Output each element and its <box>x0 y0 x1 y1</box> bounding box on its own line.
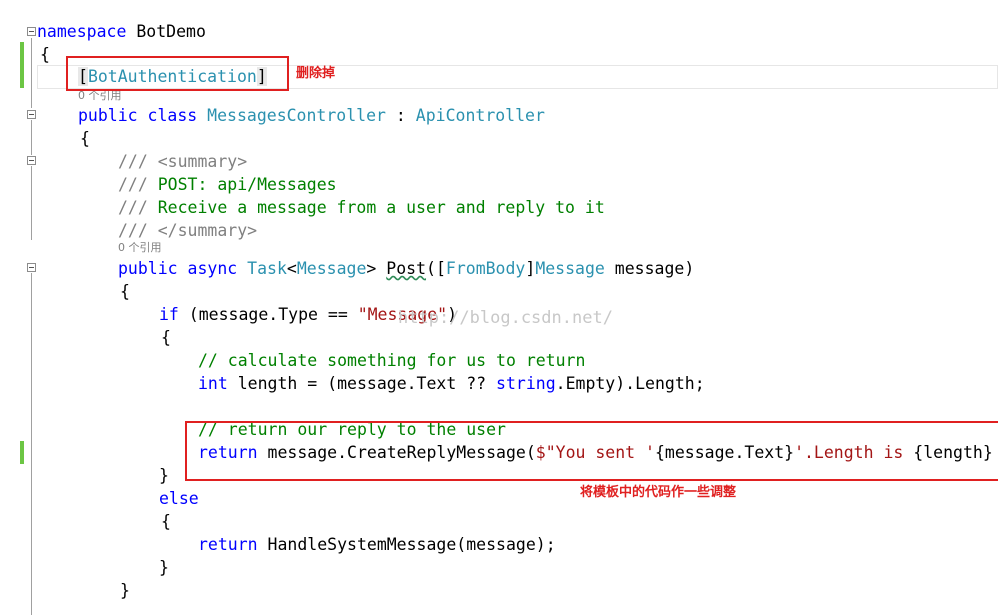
change-indicator-bar <box>20 441 24 464</box>
keyword: namespace <box>37 22 127 41</box>
reference-count-link[interactable]: 0 个引用 <box>118 242 162 254</box>
code-line[interactable]: return HandleSystemMessage(message); <box>198 533 556 556</box>
annotation-box-adjust <box>185 421 998 481</box>
code-line[interactable]: namespace BotDemo <box>37 20 206 43</box>
code-line[interactable]: { <box>40 43 50 66</box>
outline-guide <box>31 38 32 108</box>
code-line[interactable]: /// Receive a message from a user and re… <box>118 196 605 219</box>
outline-guide <box>31 120 32 155</box>
code-line[interactable]: } <box>159 556 169 579</box>
code-line[interactable]: /// POST: api/Messages <box>118 173 337 196</box>
watermark: http://blog.csdn.net/ <box>398 308 613 328</box>
code-line[interactable]: public async Task<Message> Post([FromBod… <box>118 257 694 280</box>
outline-guide <box>31 273 32 615</box>
reference-count-link[interactable]: 0 个引用 <box>78 90 122 102</box>
code-line[interactable]: /// </summary> <box>118 219 257 242</box>
annotation-label-remove: 删除掉 <box>296 66 336 81</box>
code-line[interactable]: } <box>159 464 169 487</box>
annotation-box-remove <box>66 56 289 91</box>
code-line[interactable]: int length = (message.Text ?? string.Emp… <box>198 372 705 395</box>
code-line[interactable]: } <box>120 579 130 602</box>
collapse-class-icon[interactable] <box>27 110 36 119</box>
code-line[interactable]: // calculate something for us to return <box>198 349 585 372</box>
collapse-summary-icon[interactable] <box>27 156 36 165</box>
collapse-method-icon[interactable] <box>27 263 36 272</box>
collapse-namespace-icon[interactable] <box>27 27 36 36</box>
code-line[interactable]: else <box>159 487 199 510</box>
code-line[interactable]: { <box>161 510 171 533</box>
outline-guide <box>31 166 32 240</box>
code-line[interactable]: public class MessagesController : ApiCon… <box>78 104 545 127</box>
annotation-label-adjust: 将模板中的代码作一些调整 <box>580 485 737 500</box>
code-line[interactable]: { <box>161 326 171 349</box>
code-line[interactable]: { <box>80 127 90 150</box>
code-line[interactable]: /// <summary> <box>118 150 247 173</box>
change-indicator-bar <box>20 42 24 88</box>
code-line[interactable]: { <box>120 280 130 303</box>
